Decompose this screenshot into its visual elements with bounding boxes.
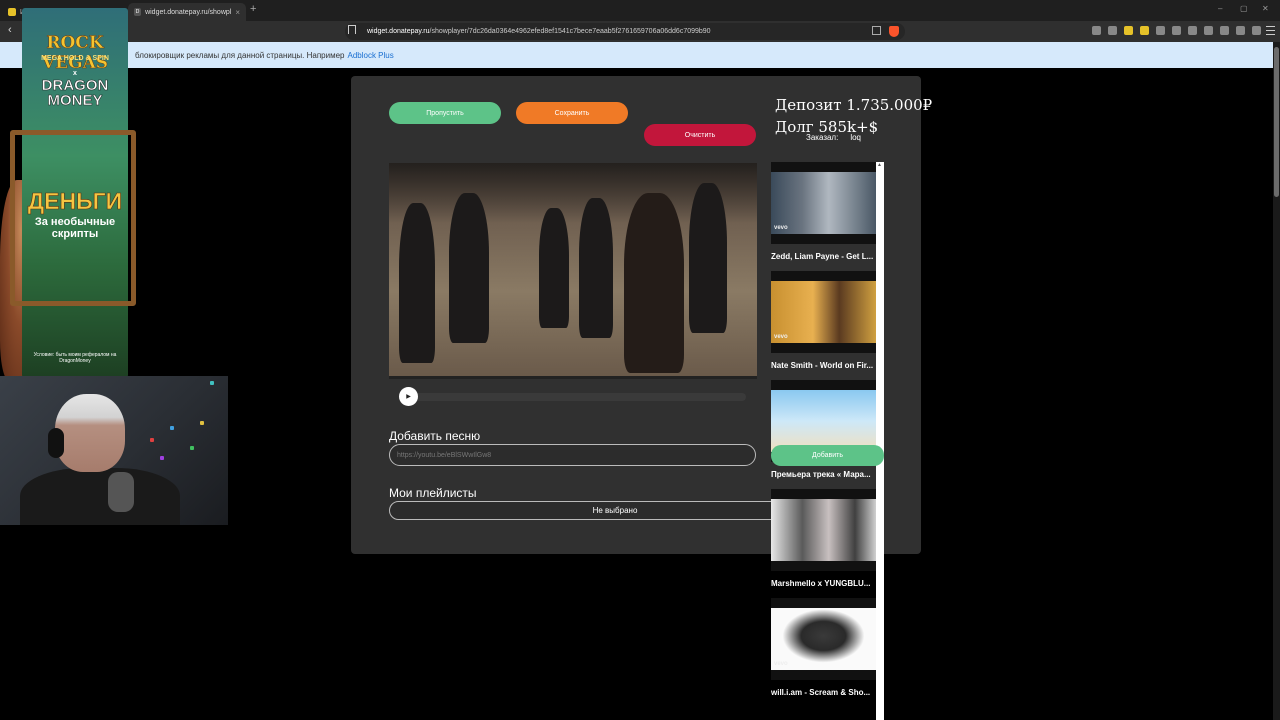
url-host: widget.donatepay.ru	[367, 28, 430, 35]
headphones-icon	[48, 428, 64, 458]
ad-cross: x	[73, 70, 77, 77]
browser-tab-bar: И D widget.donatepay.ru/showpl × + – ▢ ✕	[0, 0, 1280, 21]
sidebar-icon[interactable]	[1220, 26, 1229, 35]
streamer-avatar	[55, 394, 125, 472]
page-scroll-thumb[interactable]	[1274, 47, 1279, 197]
minimize-button[interactable]: –	[1218, 4, 1222, 13]
share-icon[interactable]	[872, 26, 881, 35]
list-item-title: Nate Smith - World on Fir...	[771, 361, 874, 370]
ordered-label: Заказал:	[806, 133, 839, 142]
extension-icon[interactable]	[1140, 26, 1149, 35]
bookmark-icon[interactable]	[348, 25, 356, 34]
save-button[interactable]: Сохранить	[516, 102, 628, 124]
ad-condition: Условие: быть моим рефералом на DragonMo…	[33, 352, 117, 364]
browser-toolbar: ‹ widget.donatepay.ru/showplayer/7dc26da…	[0, 21, 1280, 42]
vevo-logo: vevo	[774, 661, 788, 667]
infobar-text: блокировщик рекламы для данной страницы.…	[135, 50, 345, 60]
extension-icon[interactable]	[1108, 26, 1117, 35]
ordered-by: Заказал: loq	[806, 133, 861, 142]
vevo-logo: vevo	[774, 334, 788, 340]
new-tab-button[interactable]: +	[250, 3, 256, 15]
video-thumbnail[interactable]	[771, 489, 876, 571]
extensions-area	[1092, 26, 1261, 35]
list-item-title: will.i.am - Scream & Sho...	[771, 688, 871, 697]
adblock-plus-link[interactable]: Adblock Plus	[347, 51, 393, 60]
video-thumbnail[interactable]: vevo	[771, 162, 876, 244]
menu-icon[interactable]	[1266, 26, 1275, 35]
song-url-input[interactable]: https://youtu.be/eBlSWwIlGw8	[389, 444, 756, 466]
seek-track[interactable]	[408, 393, 746, 401]
extension-icon[interactable]	[1188, 26, 1197, 35]
video-thumbnail[interactable]: vevo	[771, 271, 876, 353]
video-thumbnail[interactable]: vevo	[771, 598, 876, 680]
ad-subtitle: MEGA HOLD & SPIN	[41, 55, 109, 62]
adblock-infobar: блокировщик рекламы для данной страницы.…	[0, 42, 1273, 68]
scroll-up-icon[interactable]: ▲	[877, 162, 882, 168]
ordered-user: loq	[850, 133, 862, 142]
donatepay-favicon-icon: D	[134, 8, 142, 16]
add-to-queue-button[interactable]: Добавить	[771, 445, 884, 466]
tab-label: widget.donatepay.ru/showpl	[145, 8, 232, 16]
tab-favicon-icon	[8, 8, 16, 16]
recommendations-list: vevo Zedd, Liam Payne - Get L... vevo Na…	[771, 162, 876, 720]
extension-icon[interactable]	[1092, 26, 1101, 35]
list-item-title: Marshmello x YUNGBLU...	[771, 579, 871, 588]
tab-active[interactable]: D widget.donatepay.ru/showpl ×	[128, 3, 246, 21]
skip-button[interactable]: Пропустить	[389, 102, 501, 124]
url-path: /showplayer/7dc26da0364e4962efed8ef1541c…	[429, 28, 711, 35]
microphone-icon	[108, 472, 134, 512]
back-arrow-icon[interactable]: ‹	[8, 24, 12, 36]
extension-icon[interactable]	[1172, 26, 1181, 35]
play-button[interactable]: ▶	[399, 387, 418, 406]
playlist-select-value: Не выбрано	[592, 506, 638, 515]
clear-button[interactable]: Очистить	[644, 124, 756, 146]
extension-icon[interactable]	[1124, 26, 1133, 35]
webcam-overlay	[0, 376, 228, 525]
deposit-text: Депозит 1.735.000₽	[775, 96, 933, 114]
extension-icon[interactable]	[1204, 26, 1213, 35]
close-window-button[interactable]: ✕	[1262, 4, 1269, 13]
video-frame[interactable]	[389, 163, 757, 377]
list-item-title: Премьера трека « Мара...	[771, 470, 871, 479]
address-bar[interactable]: widget.donatepay.ru/showplayer/7dc26da03…	[345, 23, 905, 40]
screen: И D widget.donatepay.ru/showpl × + – ▢ ✕…	[0, 0, 1280, 720]
add-song-heading: Добавить песню	[389, 429, 481, 443]
recommendations-scrollbar[interactable]: ▲	[876, 162, 884, 720]
maximize-button[interactable]: ▢	[1240, 4, 1248, 13]
extension-icon[interactable]	[1156, 26, 1165, 35]
ad-brand: DRAGON MONEY	[41, 77, 109, 109]
ad-title: ROCK VEGAS	[41, 33, 109, 74]
tab-close-icon[interactable]: ×	[235, 8, 240, 17]
brave-shield-icon[interactable]	[889, 26, 899, 37]
video-progress-bar[interactable]	[389, 376, 757, 379]
list-item-title: Zedd, Liam Payne - Get L...	[771, 252, 874, 261]
ad-wood-frame	[10, 130, 136, 306]
vevo-logo: vevo	[774, 225, 788, 231]
leo-icon[interactable]	[1252, 26, 1261, 35]
wallet-icon[interactable]	[1236, 26, 1245, 35]
playlists-heading: Мои плейлисты	[389, 486, 477, 500]
